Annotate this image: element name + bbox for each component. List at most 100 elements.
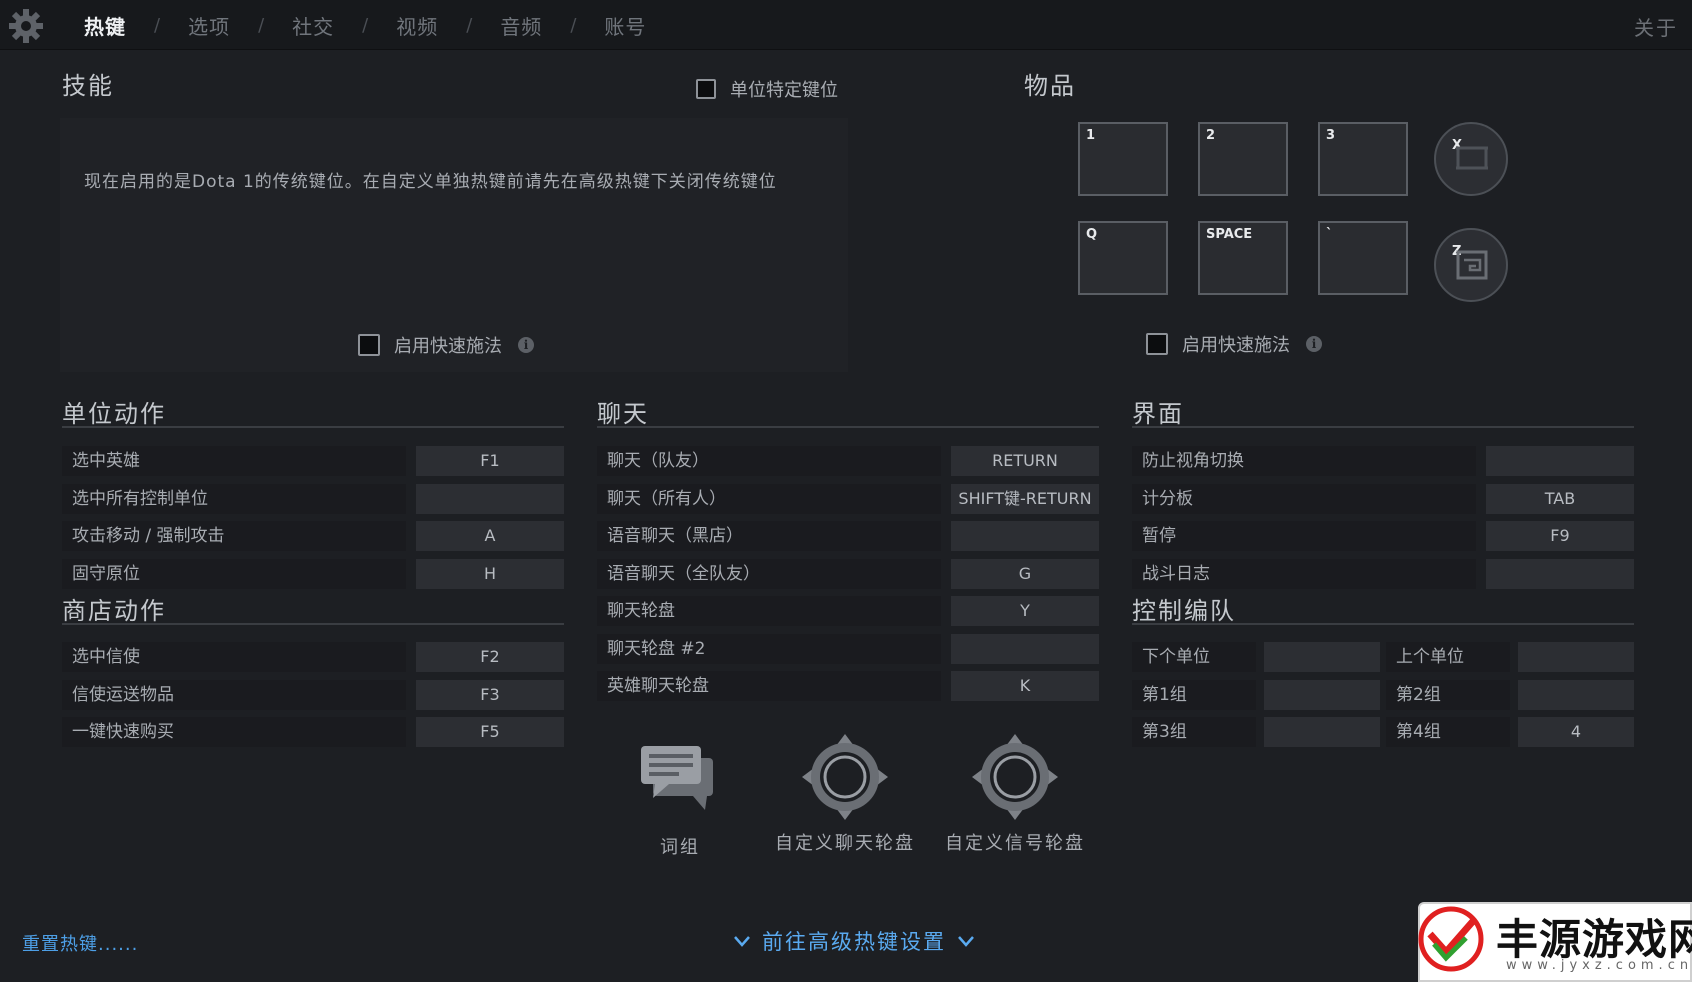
hotkey-button[interactable]	[1518, 642, 1634, 672]
about-button[interactable]: 关于	[1634, 12, 1678, 41]
hotkey-label: 选中英雄	[62, 446, 406, 476]
info-icon[interactable]: i	[518, 337, 534, 353]
items-title: 物品	[1024, 72, 1076, 100]
reset-hotkeys-link[interactable]: 重置热键......	[22, 930, 138, 956]
tab-separator: /	[570, 14, 577, 36]
ability-quickcast-checkbox[interactable]	[358, 334, 380, 356]
info-icon[interactable]: i	[1306, 336, 1322, 352]
control-groups-title: 控制编队	[1132, 597, 1236, 625]
ability-quickcast-label: 启用快速施法	[394, 336, 502, 357]
watermark-logo-icon	[1418, 906, 1484, 972]
ability-quickcast-toggle[interactable]: 启用快速施法 i	[358, 332, 534, 358]
hotkey-label: 聊天（所有人）	[597, 484, 941, 514]
hotkey-button[interactable]: K	[951, 671, 1099, 701]
tab-options[interactable]: 选项	[174, 11, 244, 40]
hotkey-button[interactable]: SHIFT键-RETURN	[951, 484, 1099, 514]
chat-bubbles-icon	[641, 746, 713, 810]
hotkey-label: 信使运送物品	[62, 680, 406, 710]
scroll-icon	[1456, 250, 1488, 280]
section-divider	[62, 426, 564, 428]
item-quickcast-checkbox[interactable]	[1146, 333, 1168, 355]
ping-wheel-icon	[972, 734, 1058, 820]
custom-chat-wheel-button[interactable]: 自定义聊天轮盘	[770, 732, 920, 855]
hotkey-button[interactable]	[951, 521, 1099, 551]
hotkey-button[interactable]: F5	[416, 717, 564, 747]
hotkey-button[interactable]	[1264, 717, 1380, 747]
hotkey-label: 语音聊天（黑店）	[597, 521, 941, 551]
phrases-button[interactable]: 词组	[620, 740, 740, 859]
hotkey-label: 一键快速购买	[62, 717, 406, 747]
hotkey-label: 选中信使	[62, 642, 406, 672]
hotkey-button[interactable]	[1518, 680, 1634, 710]
section-divider	[1132, 426, 1634, 428]
hotkey-button[interactable]: 4	[1518, 717, 1634, 747]
advanced-hotkeys-link[interactable]: 前往高级热键设置	[722, 926, 986, 956]
teleport-slot[interactable]: X	[1434, 122, 1508, 196]
hotkey-button[interactable]: RETURN	[951, 446, 1099, 476]
gear-icon[interactable]	[8, 8, 44, 44]
hotkey-button[interactable]	[1486, 446, 1634, 476]
interface-title: 界面	[1132, 400, 1184, 428]
slot-key-label: 2	[1206, 128, 1216, 143]
unit-specific-checkbox[interactable]	[696, 79, 716, 99]
settings-tabs: 热键 / 选项 / 社交 / 视频 / 音频 / 账号	[70, 0, 660, 50]
hotkey-label: 第2组	[1386, 680, 1510, 710]
hotkey-button[interactable]	[1264, 680, 1380, 710]
tab-separator: /	[362, 14, 369, 36]
unit-specific-label: 单位特定键位	[730, 80, 838, 101]
top-nav-bar: 热键 / 选项 / 社交 / 视频 / 音频 / 账号 关于	[0, 0, 1692, 50]
custom-chat-wheel-label: 自定义聊天轮盘	[775, 833, 915, 854]
tab-video[interactable]: 视频	[382, 11, 452, 40]
hotkey-button[interactable]: TAB	[1486, 484, 1634, 514]
hotkey-label: 选中所有控制单位	[62, 484, 406, 514]
legacy-keys-message: 现在启用的是Dota 1的传统键位。在自定义单独热键前请先在高级热键下关闭传统键…	[84, 172, 777, 192]
hotkey-button[interactable]: Y	[951, 596, 1099, 626]
item-slot[interactable]: 3	[1318, 122, 1408, 196]
slot-key-label: SPACE	[1206, 227, 1253, 242]
hotkey-label: 计分板	[1132, 484, 1476, 514]
item-slot[interactable]: `	[1318, 221, 1408, 295]
hotkey-button[interactable]: A	[416, 521, 564, 551]
item-slot[interactable]: 1	[1078, 122, 1168, 196]
tab-hotkeys[interactable]: 热键	[70, 11, 140, 40]
slot-key-label: Q	[1086, 227, 1098, 242]
advanced-hotkeys-label: 前往高级热键设置	[762, 930, 946, 954]
item-slot[interactable]: SPACE	[1198, 221, 1288, 295]
tab-separator: /	[258, 14, 265, 36]
hotkey-button[interactable]	[1264, 642, 1380, 672]
hotkey-button[interactable]: H	[416, 559, 564, 589]
hotkey-label: 语音聊天（全队友）	[597, 559, 941, 589]
hotkey-label: 战斗日志	[1132, 559, 1476, 589]
hotkey-label: 上个单位	[1386, 642, 1510, 672]
tab-audio[interactable]: 音频	[486, 11, 556, 40]
hotkey-label: 第3组	[1132, 717, 1256, 747]
hotkey-button[interactable]: F9	[1486, 521, 1634, 551]
tab-social[interactable]: 社交	[278, 11, 348, 40]
hotkey-button[interactable]: F1	[416, 446, 564, 476]
hotkey-button[interactable]: G	[951, 559, 1099, 589]
item-slot[interactable]: Q	[1078, 221, 1168, 295]
hotkey-label: 第4组	[1386, 717, 1510, 747]
hotkey-label: 下个单位	[1132, 642, 1256, 672]
unit-specific-toggle[interactable]: 单位特定键位	[696, 76, 838, 102]
scroll-icon	[1456, 146, 1488, 170]
custom-ping-wheel-button[interactable]: 自定义信号轮盘	[940, 732, 1090, 855]
item-quickcast-toggle[interactable]: 启用快速施法 i	[1146, 331, 1322, 357]
hotkey-button[interactable]	[1486, 559, 1634, 589]
unit-actions-title: 单位动作	[62, 400, 166, 428]
neutral-slot[interactable]: Z	[1434, 228, 1508, 302]
hotkey-label: 聊天轮盘 #2	[597, 634, 941, 664]
hotkey-label: 第1组	[1132, 680, 1256, 710]
hotkey-label: 聊天轮盘	[597, 596, 941, 626]
hotkey-label: 固守原位	[62, 559, 406, 589]
custom-ping-wheel-label: 自定义信号轮盘	[945, 833, 1085, 854]
hotkey-button[interactable]	[416, 484, 564, 514]
tab-account[interactable]: 账号	[590, 11, 660, 40]
hotkey-button[interactable]	[951, 634, 1099, 664]
hotkey-button[interactable]: F3	[416, 680, 564, 710]
section-divider	[597, 426, 1099, 428]
item-slot[interactable]: 2	[1198, 122, 1288, 196]
hotkey-button[interactable]: F2	[416, 642, 564, 672]
tab-separator: /	[466, 14, 473, 36]
tab-separator: /	[154, 14, 161, 36]
